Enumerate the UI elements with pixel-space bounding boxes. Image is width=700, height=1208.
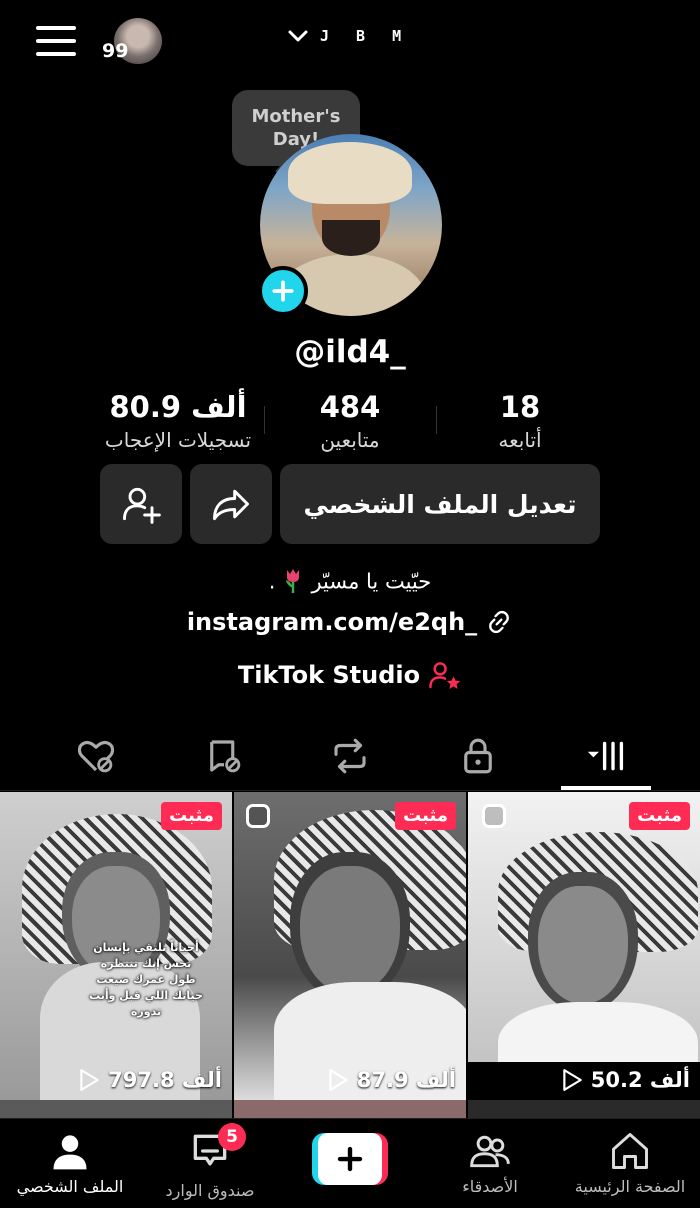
pinned-badge: مثبت [395,802,456,830]
bottom-nav: الملف الشخصي 5 صندوق الوارد الأصدقاء الص… [0,1118,700,1208]
plus-icon [272,280,294,302]
select-checkbox[interactable] [246,804,270,828]
link-icon [489,610,510,634]
stat-label: متابعين [320,428,380,452]
chevron-down-icon [288,30,308,42]
nav-profile[interactable]: الملف الشخصي [0,1129,140,1208]
add-story-button[interactable] [258,266,308,316]
stat-value: 484 [319,390,381,424]
stat-likes[interactable]: 80.9 ألف تسجيلات الإعجاب [88,388,268,452]
pinned-badge: مثبت [161,802,222,830]
account-name: J B M [320,27,411,45]
tabs-divider [0,790,700,791]
stat-value: 80.9 ألف [109,390,247,424]
nav-inbox[interactable]: 5 صندوق الوارد [140,1123,280,1208]
select-checkbox[interactable] [482,804,506,828]
play-icon [329,1069,348,1091]
stat-following[interactable]: 18 أتابعه [430,388,610,452]
video-tile[interactable]: أحياناً تلتقي بإنسان تحس إنك تنتظره طول … [0,792,232,1100]
tab-videos[interactable] [566,728,646,784]
bio-text: حيّيت يا مسيّر [311,569,432,594]
tab-liked-hidden[interactable] [56,728,136,784]
video-tile[interactable]: مثبت 87.9 ألف [234,792,466,1100]
stat-label: أتابعه [498,428,542,452]
tagged-hidden-icon [210,740,241,773]
tab-reposts[interactable] [310,728,390,784]
bio: حيّيت يا مسيّر. [0,566,700,599]
link-text: instagram.com/e2qh_ [186,608,478,636]
stat-followers[interactable]: 484 متابعين [260,388,440,452]
bio-suffix: . [268,569,276,594]
repost-icon [334,738,366,774]
profile-icon [53,1135,87,1170]
nav-label: صندوق الوارد [165,1181,255,1200]
plus-icon [337,1146,363,1172]
notification-count: 99 [102,40,129,62]
tiktok-studio-link[interactable]: TikTok Studio [0,660,700,690]
nav-label: الأصدقاء [462,1177,518,1196]
add-user-icon [123,487,161,524]
play-icon [80,1069,99,1091]
video-tile-partial[interactable] [0,1100,232,1118]
nav-friends[interactable]: الأصدقاء [420,1129,560,1208]
menu-icon[interactable] [36,26,76,56]
pinned-badge: مثبت [629,802,690,830]
play-icon [563,1069,582,1091]
view-count-text: 797.8 ألف [108,1068,222,1092]
stat-value: 18 [499,390,541,424]
nav-label: الملف الشخصي [16,1177,124,1196]
add-friend-button[interactable] [100,464,182,544]
view-count-text: 50.2 ألف [590,1068,690,1092]
account-switcher[interactable]: J B M [286,24,410,48]
username: @ild4_ [294,334,406,370]
share-profile-button[interactable] [190,464,272,544]
creator-star-icon [429,662,461,689]
tab-active-indicator [561,786,651,790]
videos-grid-icon [587,741,624,771]
share-icon [213,489,249,521]
video-caption: أحياناً تلتقي بإنسان تحس إنك تنتظره طول … [89,941,203,1018]
lock-icon [464,738,492,774]
home-icon [612,1133,648,1169]
studio-text: TikTok Studio [237,661,421,689]
tulip-icon [281,566,305,599]
view-count: 797.8 ألف [78,1068,222,1092]
view-count: 50.2 ألف [561,1068,690,1092]
view-count: 87.9 ألف [327,1068,456,1092]
stat-label: تسجيلات الإعجاب [104,428,252,452]
edit-profile-button[interactable]: تعديل الملف الشخصي [280,464,600,544]
tab-private[interactable] [438,728,518,784]
liked-hidden-icon [77,740,115,773]
view-count-text: 87.9 ألف [356,1068,456,1092]
nav-label: الصفحة الرئيسية [574,1177,686,1196]
nav-home[interactable]: الصفحة الرئيسية [560,1129,700,1208]
inbox-badge: 5 [218,1123,246,1151]
create-button[interactable] [312,1133,388,1185]
tab-tagged-hidden[interactable] [184,728,264,784]
profile-link[interactable]: instagram.com/e2qh_ [0,608,700,636]
friends-icon [470,1135,510,1168]
video-tile-partial[interactable] [468,1100,700,1118]
video-tile[interactable]: مثبت 50.2 ألف [468,792,700,1100]
video-tile-partial[interactable] [234,1100,466,1118]
